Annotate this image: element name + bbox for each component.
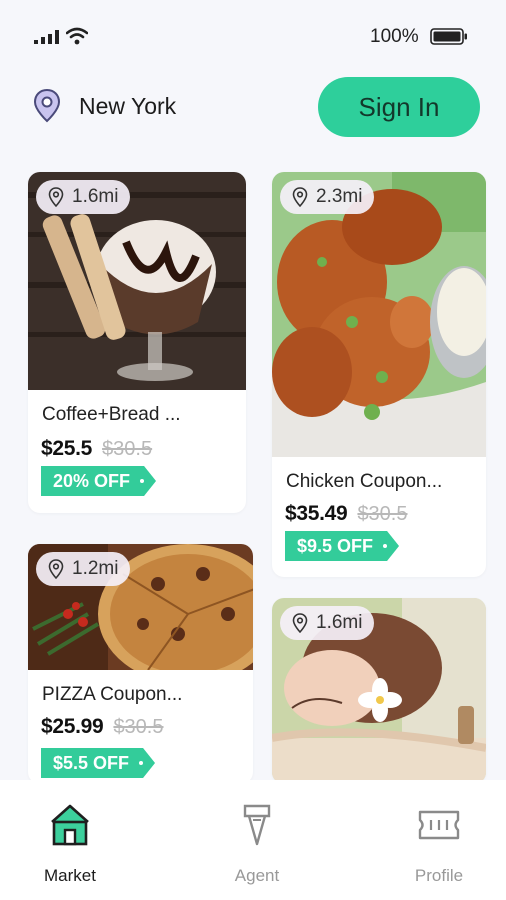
deal-price: $35.49 (285, 502, 348, 525)
deal-title: Coffee+Bread ... (42, 404, 181, 425)
distance-badge: 1.6mi (280, 606, 375, 640)
discount-tag: 20% OFF (41, 466, 156, 496)
location-pin-icon (292, 613, 308, 633)
original-price: $30.5 (357, 503, 408, 525)
signal-icon (34, 30, 59, 44)
distance-value: 1.6mi (72, 186, 119, 207)
shop-icon (51, 804, 89, 846)
discount-tag: $9.5 OFF (285, 531, 399, 561)
deal-card[interactable]: 1.6mi Coffee+Bread ... $25.5 $30.5 20% O… (28, 172, 246, 513)
location-pin-icon (33, 88, 61, 123)
location-pin-icon (48, 187, 64, 207)
deal-image-chicken (272, 172, 486, 457)
distance-value: 1.2mi (72, 558, 119, 579)
nav-label: Agent (234, 866, 280, 885)
original-price: $30.5 (113, 716, 164, 738)
nav-item-agent[interactable]: Agent (197, 780, 317, 900)
deal-title: PIZZA Coupon... (42, 684, 183, 705)
nav-label: Market (44, 866, 96, 885)
bottom-navigation: Market Agent Profile (0, 780, 506, 900)
tag-hole (383, 544, 387, 548)
agent-icon (243, 804, 271, 846)
deal-price: $25.5 (41, 437, 93, 460)
distance-value: 1.6mi (316, 612, 363, 633)
tag-hole (140, 479, 144, 483)
deal-card[interactable]: 1.6mi (272, 598, 486, 784)
distance-value: 2.3mi (316, 186, 363, 207)
original-price: $30.5 (102, 438, 153, 460)
price-row: $35.49 $30.5 (285, 502, 408, 526)
wifi-icon (66, 27, 88, 45)
deal-card[interactable]: 1.2mi PIZZA Coupon... $25.99 $30.5 $5.5 … (28, 544, 253, 784)
distance-badge: 1.2mi (36, 552, 131, 586)
distance-badge: 2.3mi (280, 180, 375, 214)
location-pin-icon (48, 559, 64, 579)
status-bar: 100% (0, 0, 506, 70)
price-row: $25.99 $30.5 (41, 715, 164, 739)
discount-tag: $5.5 OFF (41, 748, 155, 778)
city-name: New York (79, 92, 177, 119)
deal-title: Chicken Coupon... (286, 471, 443, 492)
nav-label: Profile (414, 866, 464, 885)
tag-hole (139, 761, 143, 765)
discount-label: $9.5 OFF (297, 535, 374, 556)
distance-badge: 1.6mi (36, 180, 131, 214)
ticket-icon (418, 810, 460, 840)
battery-icon (430, 28, 467, 45)
location-selector[interactable]: New York (33, 88, 176, 124)
deal-card[interactable]: 2.3mi Chicken Coupon... $35.49 $30.5 $9.… (272, 172, 486, 577)
location-pin-icon (292, 187, 308, 207)
discount-label: 20% OFF (53, 470, 131, 491)
discount-label: $5.5 OFF (53, 752, 130, 773)
deal-price: $25.99 (41, 715, 104, 738)
nav-item-market[interactable]: Market (10, 780, 130, 900)
nav-item-profile[interactable]: Profile (379, 780, 499, 900)
battery-percentage: 100% (370, 26, 419, 47)
price-row: $25.5 $30.5 (41, 437, 152, 461)
sign-in-button[interactable]: Sign In (318, 77, 480, 137)
